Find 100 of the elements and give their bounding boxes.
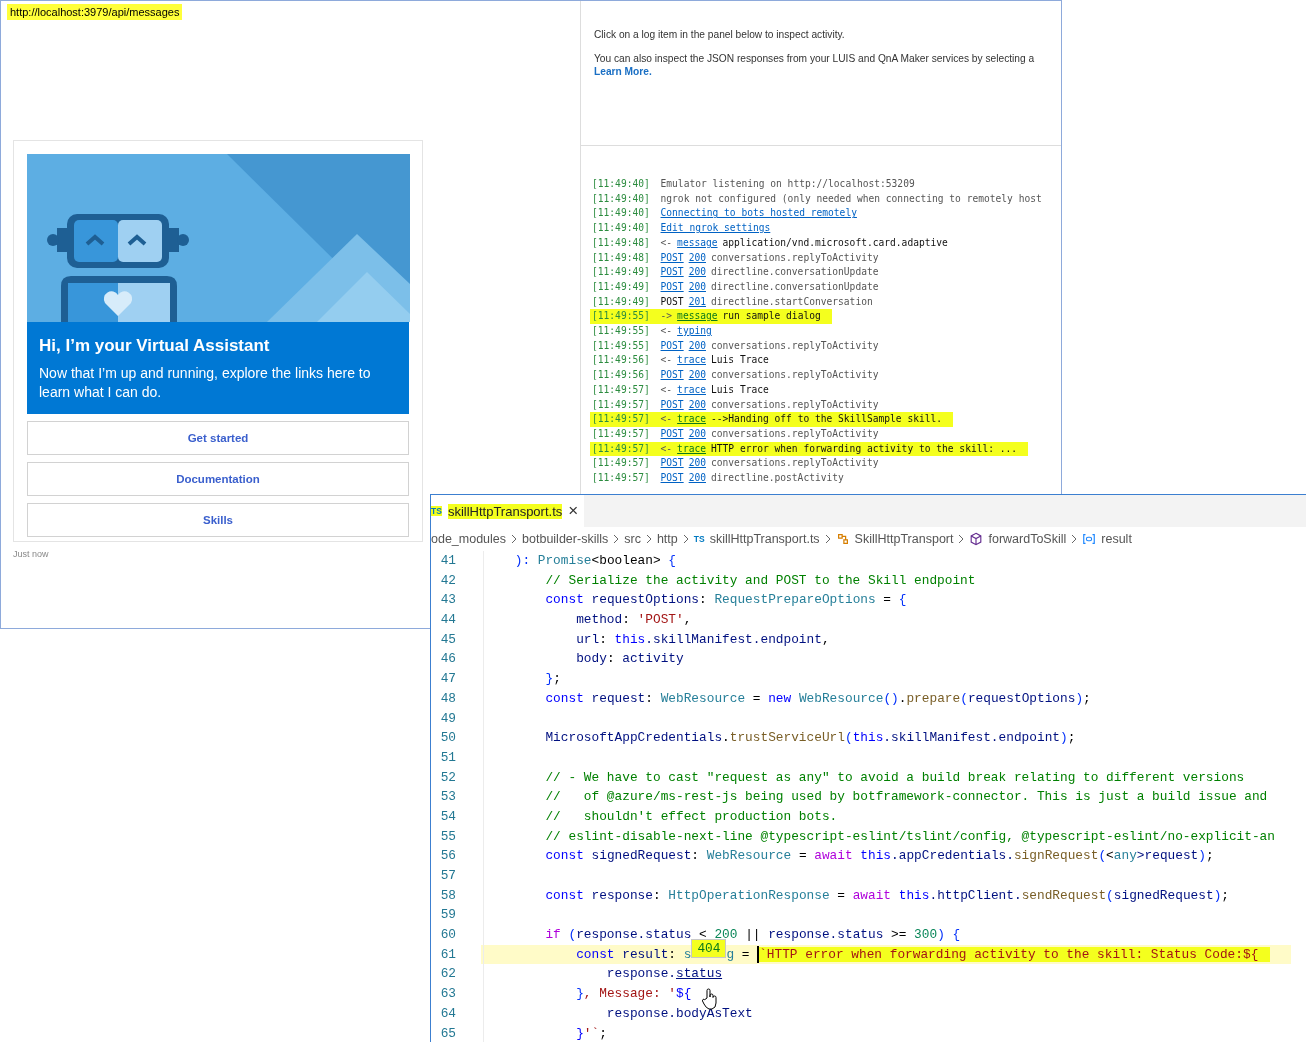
line-number: 63 bbox=[431, 984, 484, 1004]
card-action-button[interactable]: Documentation bbox=[27, 462, 409, 496]
log-text: <- bbox=[660, 413, 673, 425]
code-token: `HTTP error when forwarding activity to the skill: Status Code:${ bbox=[759, 946, 1271, 962]
log-link[interactable]: 200 bbox=[688, 457, 706, 469]
log-entry[interactable]: [11:49:57] POST 200 conversations.replyToActivity bbox=[590, 456, 890, 472]
log-entry[interactable]: [11:49:55] POST 200 conversations.replyToActivity bbox=[590, 338, 890, 354]
log-link[interactable]: POST bbox=[660, 472, 684, 484]
chevron-icon bbox=[1071, 534, 1078, 544]
code-token: this bbox=[897, 887, 930, 903]
log-link[interactable]: POST bbox=[660, 398, 684, 410]
code-token: WebResource bbox=[797, 690, 884, 706]
breadcrumb-item[interactable]: SkillHttpTransport bbox=[854, 532, 954, 546]
log-link[interactable]: 200 bbox=[688, 280, 706, 292]
log-link[interactable]: trace bbox=[677, 413, 706, 425]
log-entry[interactable]: [11:49:57] <- trace -->Handing off to the SkillSample skill. bbox=[590, 412, 954, 427]
code-token: >= bbox=[890, 927, 908, 943]
log-entry[interactable]: [11:49:57] <- trace HTTP error when forwarding activity to the skill: ... bbox=[590, 441, 1029, 457]
breadcrumb-item[interactable]: botbuilder-skills bbox=[522, 532, 609, 546]
card-action-button[interactable]: Get started bbox=[27, 421, 409, 455]
log-entry[interactable]: [11:49:57] POST 200 conversations.replyToActivity bbox=[590, 397, 890, 413]
log-entry[interactable]: [11:49:48] POST 200 conversations.replyToActivity bbox=[590, 250, 890, 266]
log-link[interactable]: message bbox=[677, 236, 718, 248]
log-link[interactable]: POST bbox=[660, 457, 684, 469]
log-entry[interactable]: [11:49:57] POST 200 conversations.replyToActivity bbox=[590, 426, 890, 442]
log-link[interactable]: POST bbox=[660, 251, 684, 263]
log-entry[interactable]: [11:49:57] POST 200 directline.postActivity bbox=[590, 471, 855, 486]
code-token: } bbox=[544, 671, 554, 687]
log-link[interactable]: trace bbox=[677, 383, 706, 395]
log-entry[interactable]: [11:49:55] -> message run sample dialog bbox=[590, 309, 832, 325]
log-link[interactable]: 200 bbox=[688, 369, 706, 381]
log-entry[interactable]: [11:49:40] Edit ngrok settings bbox=[590, 221, 782, 236]
code-token: .skillManifest.endpoint bbox=[645, 631, 822, 647]
line-number: 55 bbox=[431, 826, 484, 847]
learn-more-link[interactable]: Learn More. bbox=[594, 66, 652, 77]
log-time: [11:49:40] bbox=[592, 207, 650, 219]
log-link[interactable]: POST bbox=[660, 280, 684, 292]
log-entry[interactable]: [11:49:40] ngrok not configured (only needed when connecting to remotely host bbox=[590, 191, 1053, 207]
code-token: ): bbox=[513, 553, 532, 568]
line-number: 48 bbox=[431, 688, 484, 709]
code-token: , bbox=[683, 612, 692, 628]
code-token: result bbox=[621, 946, 669, 962]
log-text: POST bbox=[660, 295, 684, 307]
endpoint-url: http://localhost:3979/api/messages bbox=[7, 4, 183, 20]
code-token: response.status bbox=[768, 927, 884, 943]
code-token: const bbox=[544, 887, 584, 903]
line-number: 61 bbox=[431, 944, 484, 965]
log-text: directline.startConversation bbox=[711, 295, 873, 307]
log-text: Luis Trace bbox=[711, 383, 769, 395]
breadcrumb-item[interactable]: ode_modules bbox=[431, 532, 507, 546]
log-link[interactable]: 200 bbox=[688, 266, 706, 278]
code-token: 'POST' bbox=[637, 612, 684, 628]
log-link[interactable]: POST bbox=[660, 369, 684, 381]
log-link[interactable]: 200 bbox=[688, 251, 706, 263]
breadcrumb-item[interactable]: src bbox=[624, 532, 641, 546]
log-entry[interactable]: [11:49:55] <- typing bbox=[590, 324, 723, 339]
breadcrumb-item[interactable]: http bbox=[656, 532, 678, 546]
log-link[interactable]: typing bbox=[677, 325, 712, 337]
log-time: [11:49:57] bbox=[592, 427, 650, 439]
chevron-icon bbox=[958, 534, 965, 544]
log-text: Luis Trace bbox=[711, 354, 769, 366]
code-token: this bbox=[852, 730, 884, 746]
log-link[interactable]: 200 bbox=[688, 339, 706, 351]
log-entry[interactable]: [11:49:56] <- trace Luis Trace bbox=[590, 353, 780, 369]
log-link[interactable]: POST bbox=[660, 427, 684, 439]
chevron-icon bbox=[613, 534, 620, 544]
file-tab[interactable]: TS skillHttpTransport.ts × bbox=[431, 495, 585, 527]
log-link[interactable]: 201 bbox=[688, 295, 706, 307]
code-token: signRequest bbox=[1013, 848, 1099, 864]
log-link[interactable]: 200 bbox=[688, 427, 706, 439]
log-link[interactable]: Connecting to bots hosted remotely bbox=[660, 207, 857, 219]
log-entry[interactable]: [11:49:40] Connecting to bots hosted remotely bbox=[590, 206, 868, 222]
log-link[interactable]: Edit ngrok settings bbox=[660, 222, 771, 234]
log-entry[interactable]: [11:49:49] POST 200 directline.conversationUpdate bbox=[590, 265, 890, 280]
code-token: } bbox=[575, 1025, 584, 1041]
log-text: <- bbox=[660, 354, 673, 366]
code-token: ; bbox=[1083, 690, 1091, 706]
breadcrumb-item[interactable]: result bbox=[1101, 532, 1132, 546]
log-entry[interactable]: [11:49:49] POST 200 directline.conversationUpdate bbox=[590, 279, 890, 295]
log-text: run sample dialog bbox=[722, 310, 821, 322]
log-entry[interactable]: [11:49:49] POST 201 directline.startConversation bbox=[590, 294, 884, 310]
log-link[interactable]: trace bbox=[677, 442, 706, 454]
log-link[interactable]: trace bbox=[677, 354, 706, 366]
code-token: ) bbox=[1075, 690, 1084, 706]
card-action-button[interactable]: Skills bbox=[27, 503, 409, 537]
log-entry[interactable]: [11:49:56] POST 200 conversations.replyToActivity bbox=[590, 368, 890, 383]
log-entry[interactable]: [11:49:40] Emulator listening on http://localhost:53209 bbox=[590, 177, 926, 192]
log-link[interactable]: message bbox=[677, 310, 718, 322]
log-link[interactable]: 200 bbox=[688, 398, 706, 410]
line-number: 50 bbox=[431, 728, 484, 748]
log-link[interactable]: 200 bbox=[688, 472, 706, 484]
code-token: signedRequest bbox=[590, 848, 692, 864]
log-entry[interactable]: [11:49:48] <- message application/vnd.microsoft.card.adaptive bbox=[590, 235, 959, 251]
chevron-icon bbox=[511, 534, 518, 544]
breadcrumb-item[interactable]: forwardToSkill bbox=[988, 532, 1067, 546]
breadcrumb-item[interactable]: skillHttpTransport.ts bbox=[709, 532, 820, 546]
log-link[interactable]: POST bbox=[660, 339, 684, 351]
log-link[interactable]: POST bbox=[660, 266, 684, 278]
log-entry[interactable]: [11:49:57] <- trace Luis Trace bbox=[590, 382, 780, 398]
line-number: 53 bbox=[431, 787, 484, 807]
